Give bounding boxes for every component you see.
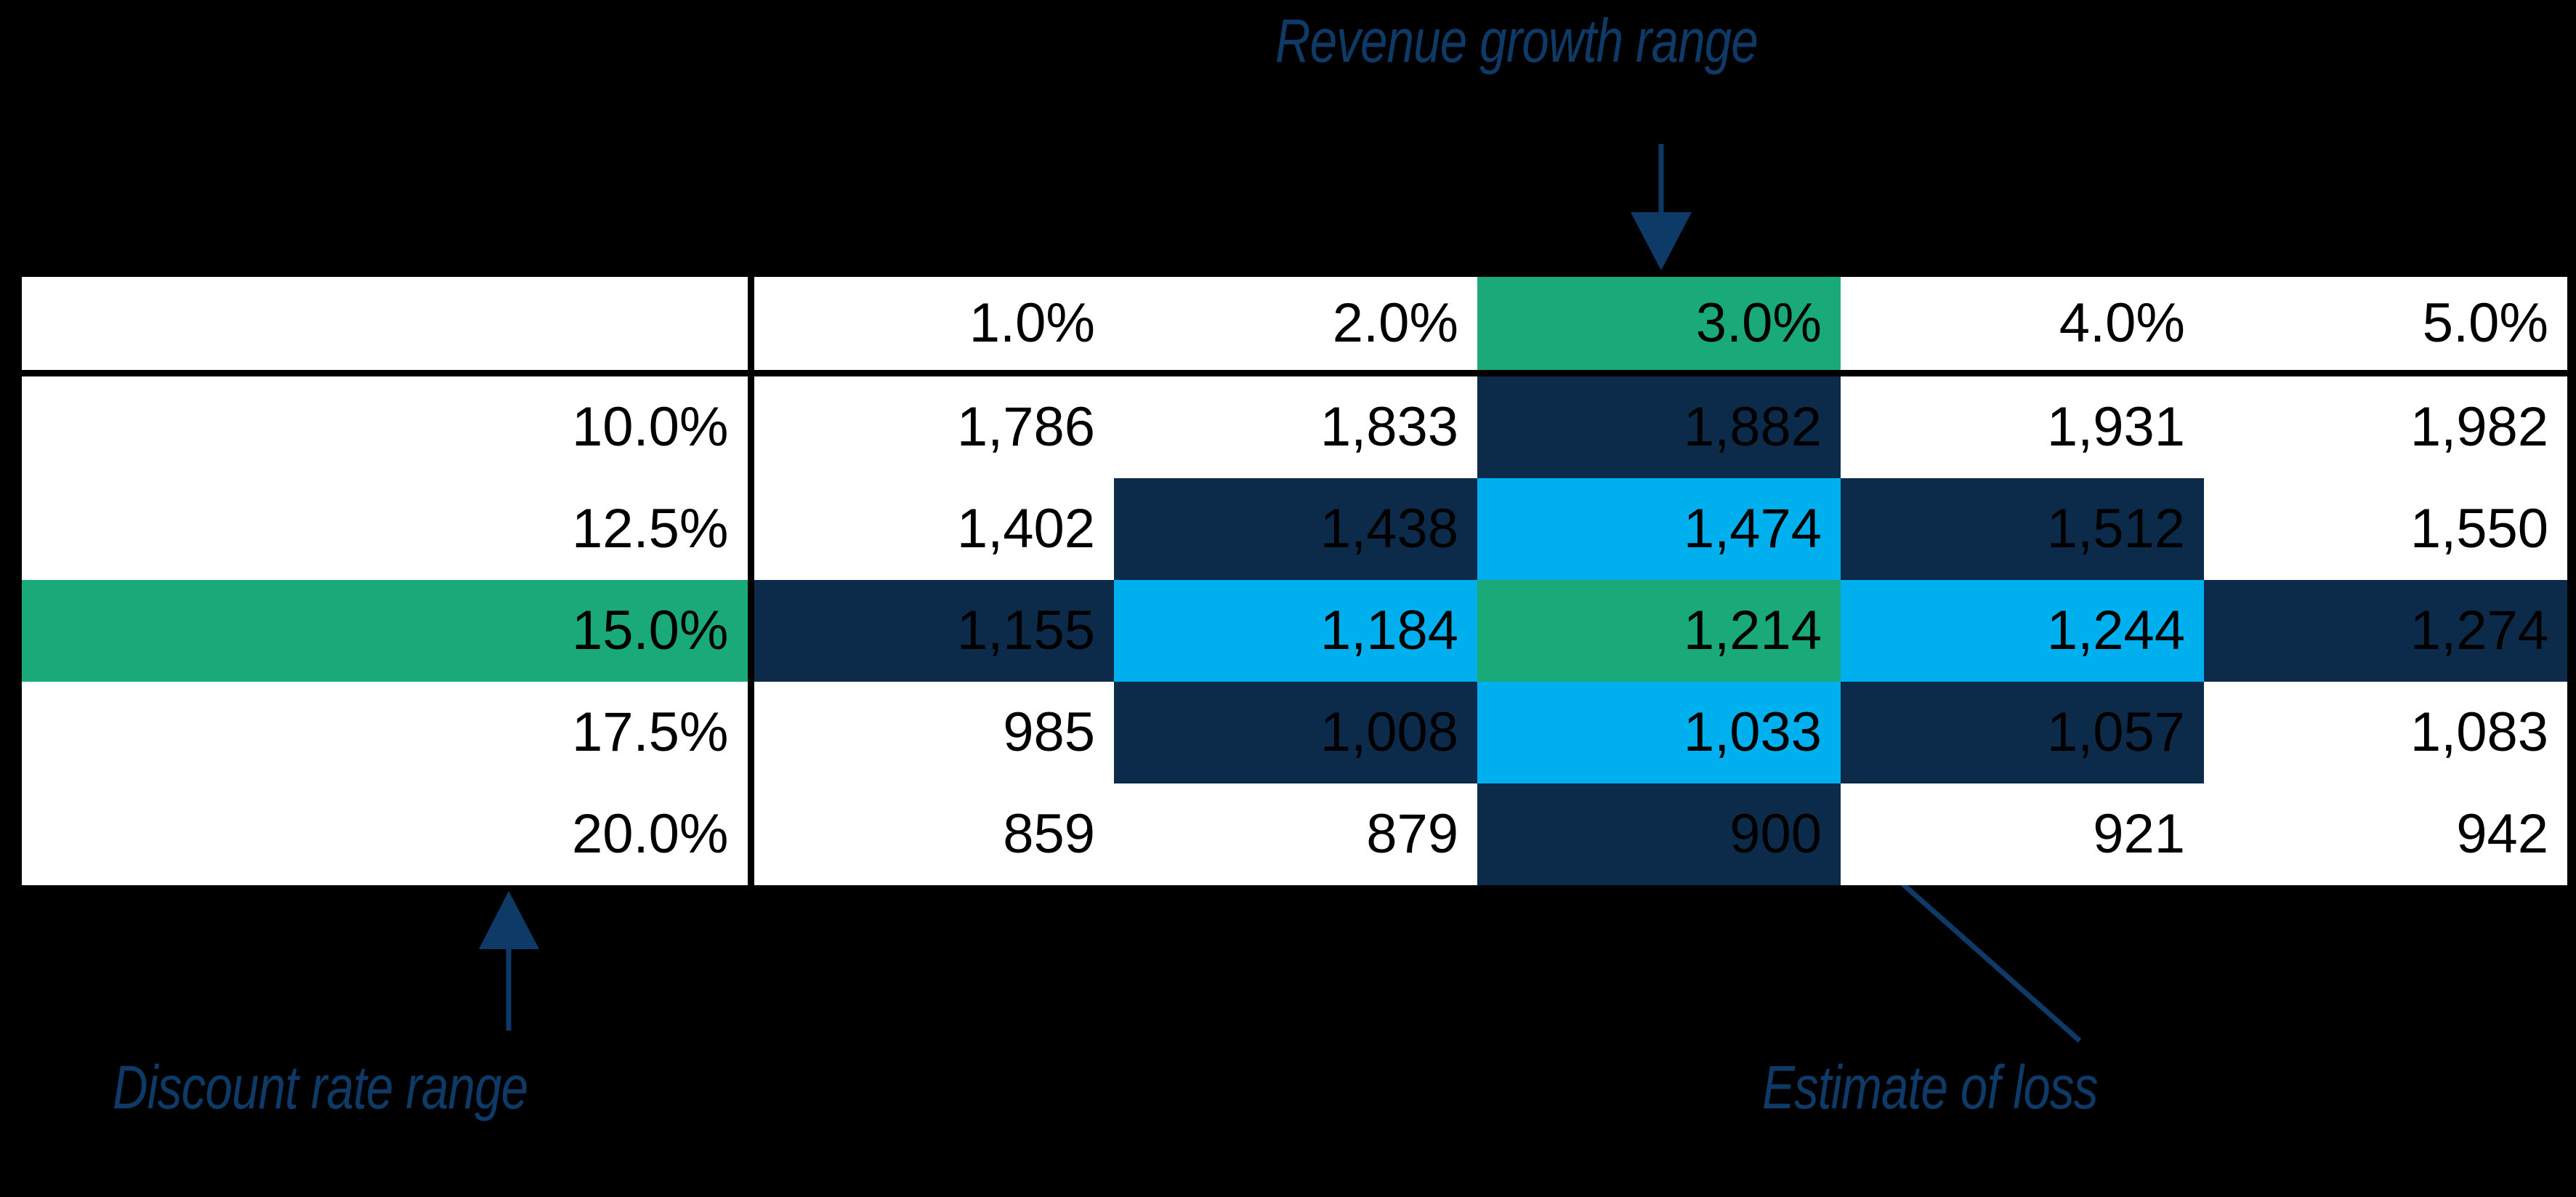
- table-cell: 1,274: [2204, 580, 2567, 682]
- table-row: 17.5% 985 1,008 1,033 1,057 1,083: [22, 682, 2567, 783]
- table-cell: 1,931: [1841, 373, 2204, 478]
- table-cell: 1,786: [751, 373, 1114, 478]
- arrow-down-icon: [1631, 144, 1692, 270]
- column-header-cell: 2.0%: [1114, 277, 1477, 376]
- table-row: 20.0% 859 879 900 921 942: [22, 783, 2567, 885]
- column-header-cell: 4.0%: [1841, 277, 2204, 376]
- table-cell: 1,033: [1477, 682, 1841, 783]
- table-cell: 1,057: [1841, 682, 2204, 783]
- row-header-cell: 17.5%: [22, 682, 754, 783]
- table-cell: 1,512: [1841, 478, 2204, 580]
- row-header-cell: 12.5%: [22, 478, 754, 580]
- table-cell: 1,155: [751, 580, 1114, 682]
- table-cell: 1,882: [1477, 373, 1841, 478]
- sensitivity-table: 1.0% 2.0% 3.0% 4.0% 5.0% 10.0% 1,786 1,833 1,882…: [17, 272, 2567, 885]
- table-cell: 1,402: [751, 478, 1114, 580]
- column-header-cell: 5.0%: [2204, 277, 2567, 376]
- table-cell: 1,184: [1114, 580, 1477, 682]
- table-cell: 859: [751, 783, 1114, 885]
- table-cell: 921: [1841, 783, 2204, 885]
- annotation-revenue-growth-range: Revenue growth range: [1275, 7, 1759, 75]
- table-row: 15.0% 1,155 1,184 1,214 1,244 1,274: [22, 580, 2567, 682]
- table-cell: 1,833: [1114, 373, 1477, 478]
- table-cell: 900: [1477, 783, 1841, 885]
- annotation-estimate-of-loss: Estimate of loss: [1762, 1053, 2098, 1121]
- table-corner-cell: [22, 277, 754, 376]
- row-header-cell: 10.0%: [22, 373, 754, 478]
- table-header-row: 1.0% 2.0% 3.0% 4.0% 5.0%: [22, 277, 2567, 376]
- arrow-up-icon: [479, 891, 539, 1031]
- table-row: 12.5% 1,402 1,438 1,474 1,512 1,550: [22, 478, 2567, 580]
- table-cell: 1,474: [1477, 478, 1841, 580]
- table-cell: 1,244: [1841, 580, 2204, 682]
- sensitivity-table-figure: Revenue growth range Discount rate range…: [0, 0, 2576, 1197]
- row-header-cell: 20.0%: [22, 783, 754, 885]
- table-cell: 1,982: [2204, 373, 2567, 478]
- table-cell: 1,008: [1114, 682, 1477, 783]
- table-cell: 1,083: [2204, 682, 2567, 783]
- column-header-cell: 1.0%: [751, 277, 1114, 376]
- table-cell: 942: [2204, 783, 2567, 885]
- table-cell: 879: [1114, 783, 1477, 885]
- row-header-cell: 15.0%: [22, 580, 754, 682]
- table-cell: 1,214: [1477, 580, 1841, 682]
- table-cell: 1,550: [2204, 478, 2567, 580]
- column-header-cell: 3.0%: [1477, 277, 1841, 376]
- table-cell: 985: [751, 682, 1114, 783]
- annotation-discount-rate-range: Discount rate range: [113, 1053, 528, 1121]
- table-row: 10.0% 1,786 1,833 1,882 1,931 1,982: [22, 373, 2567, 478]
- table-cell: 1,438: [1114, 478, 1477, 580]
